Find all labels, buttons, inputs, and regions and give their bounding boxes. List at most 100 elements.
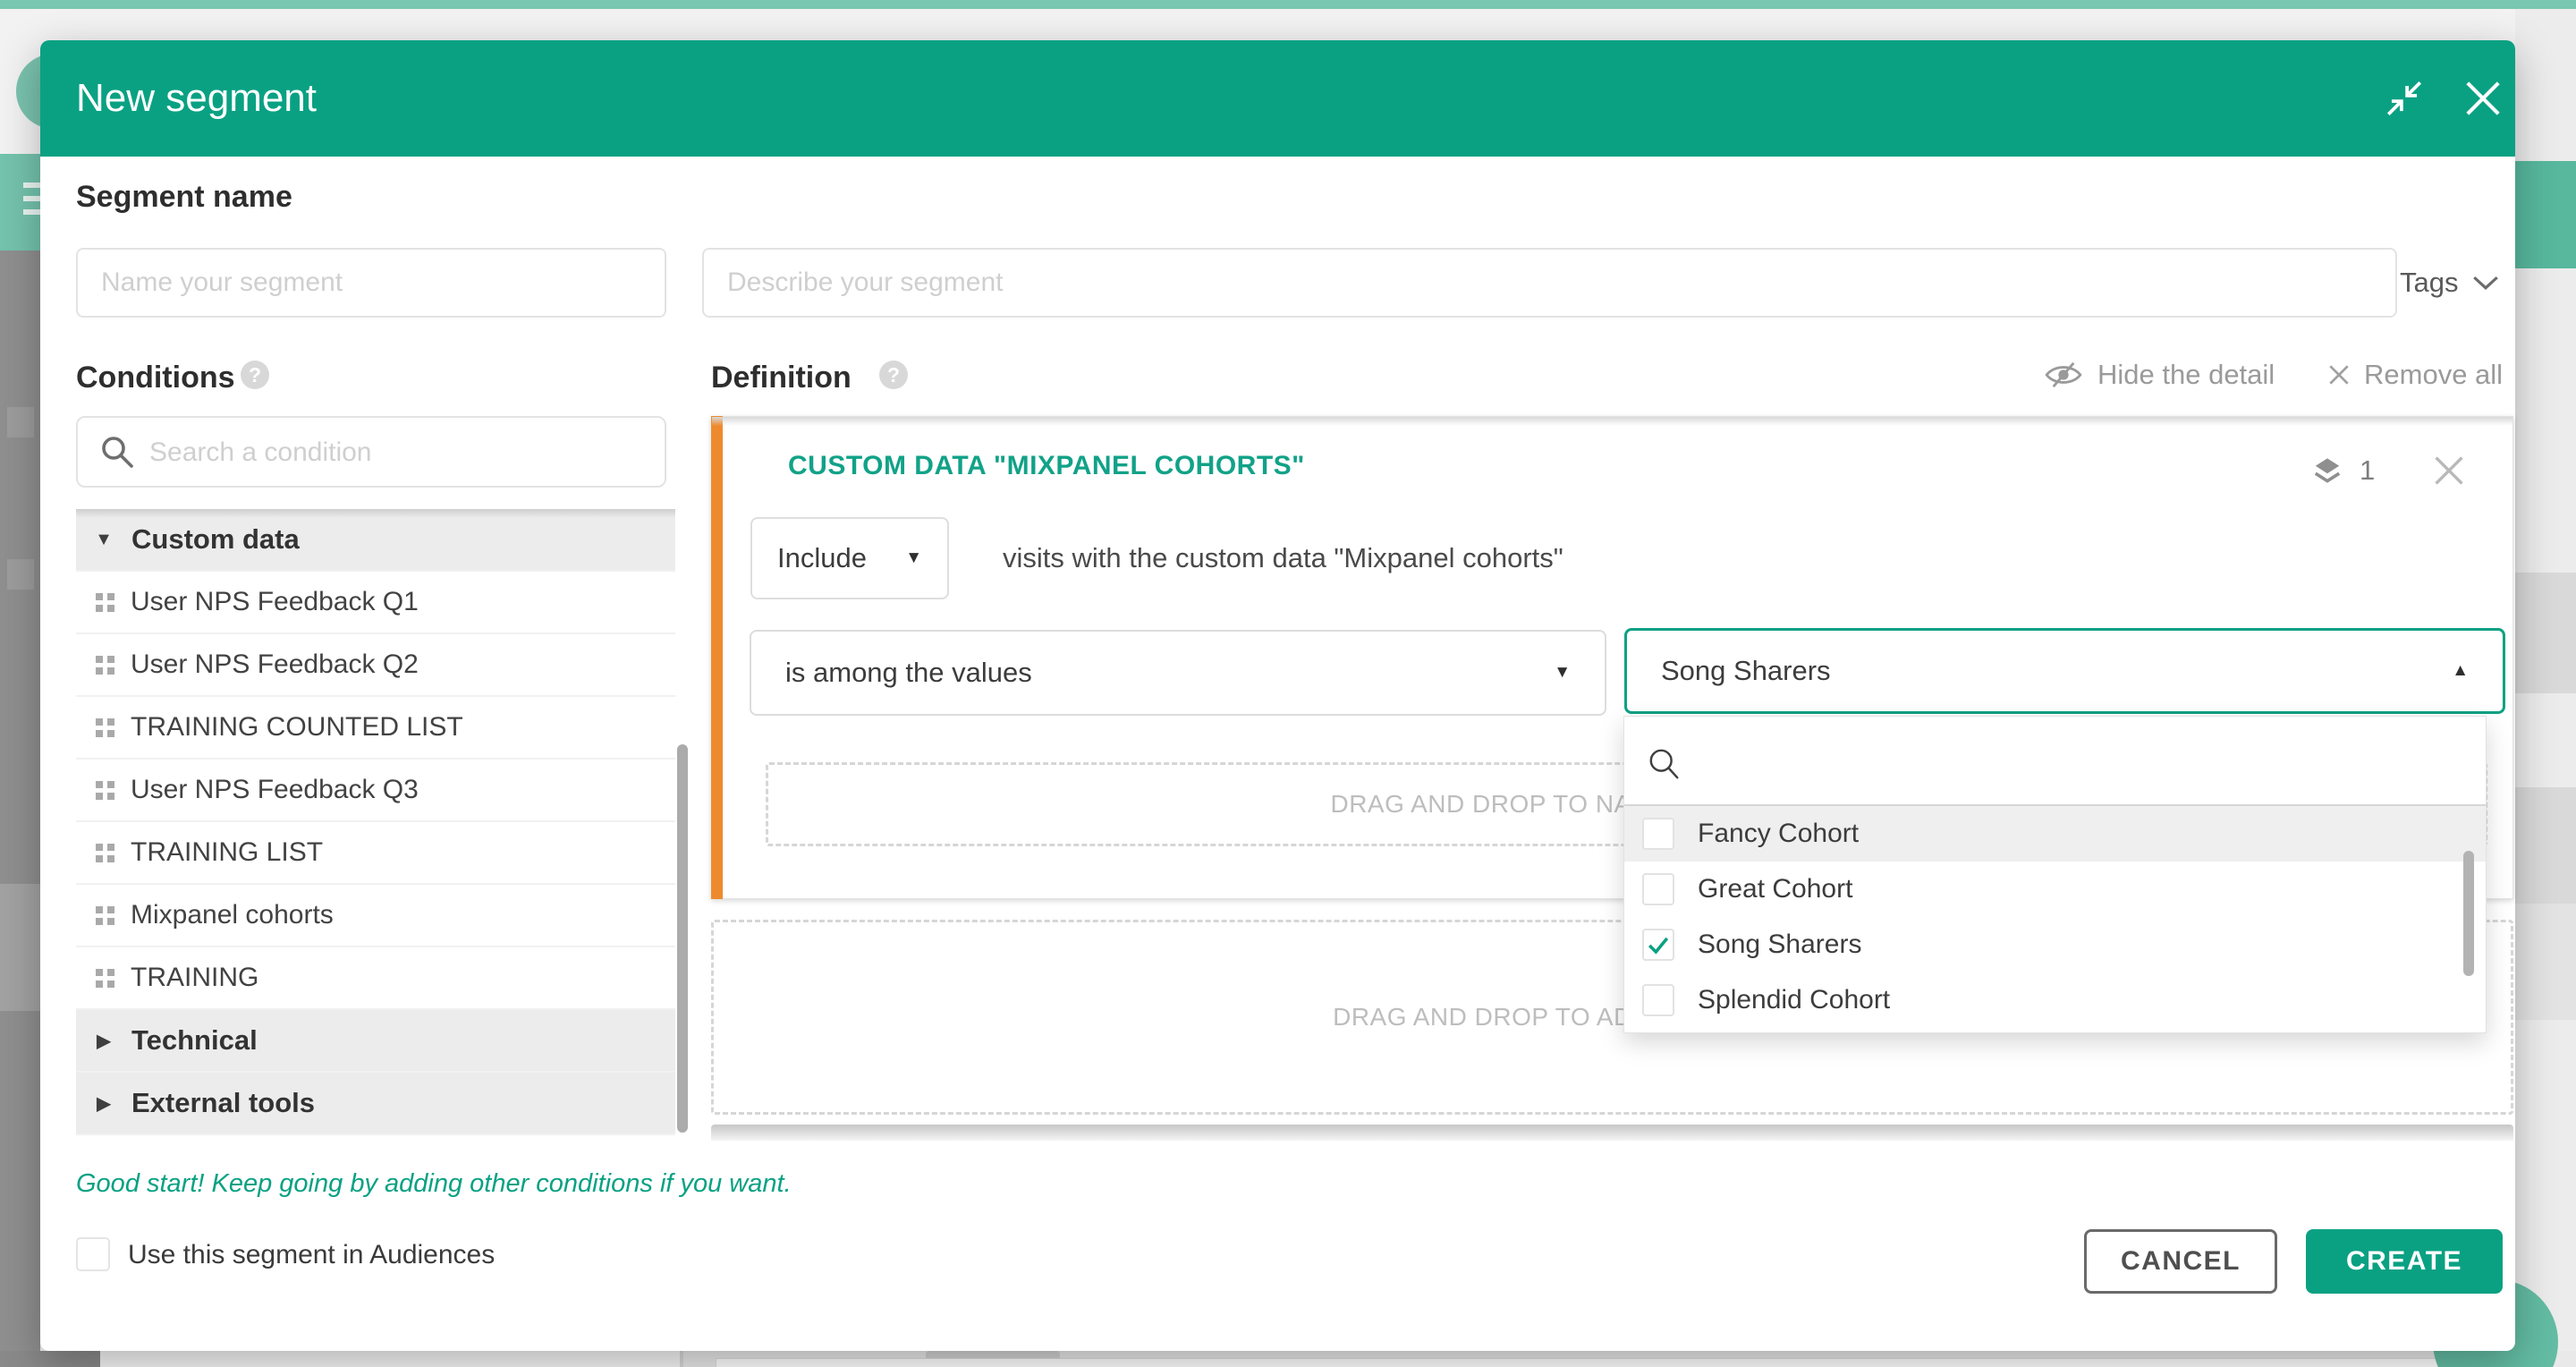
remove-all-button[interactable]: Remove all <box>2326 359 2503 391</box>
hide-detail-label: Hide the detail <box>2097 359 2275 391</box>
new-segment-modal: New segment Segment name Tags <box>40 40 2515 1351</box>
page-bottom-tab <box>926 1351 1060 1358</box>
value-option-label: Great Cohort <box>1698 874 1852 904</box>
help-icon[interactable]: ? <box>879 361 908 389</box>
page-bottom-divider <box>680 1351 683 1367</box>
help-icon[interactable]: ? <box>241 361 269 389</box>
drag-handle-icon[interactable] <box>96 844 114 862</box>
drag-handle-icon[interactable] <box>96 593 114 612</box>
value-option-splendid-cohort[interactable]: Splendid Cohort <box>1624 972 2486 1028</box>
screen: New segment Segment name Tags <box>0 0 2576 1367</box>
dropdown-scrollbar[interactable] <box>2463 851 2474 976</box>
condition-item-label: Mixpanel cohorts <box>131 900 334 930</box>
value-option-label: Splendid Cohort <box>1698 985 1890 1015</box>
operator-value: is among the values <box>785 657 1032 689</box>
conditions-scrollbar[interactable] <box>677 744 688 1133</box>
create-button[interactable]: CREATE <box>2306 1229 2503 1294</box>
page-row-band <box>2515 573 2576 693</box>
value-select[interactable]: Song Sharers ▲ <box>1624 628 2505 714</box>
next-group-edge <box>711 1125 2513 1141</box>
remove-all-label: Remove all <box>2364 359 2503 391</box>
hide-detail-button[interactable]: Hide the detail <box>2044 359 2275 391</box>
sidebar-active-item <box>0 884 40 1011</box>
value-option-fancy-cohort[interactable]: Fancy Cohort <box>1624 806 2486 862</box>
modal-header: New segment <box>40 40 2515 157</box>
layers-icon <box>2311 454 2343 490</box>
condition-group-label: Technical <box>131 1024 258 1057</box>
condition-search-input[interactable] <box>148 420 634 486</box>
condition-group-label: Custom data <box>131 523 300 556</box>
checkbox-icon[interactable] <box>1642 873 1674 905</box>
page-bottom-card <box>716 1358 2512 1367</box>
include-dropdown[interactable]: Include ▼ <box>750 517 949 599</box>
drag-handle-icon[interactable] <box>96 906 114 925</box>
value-option-great-cohort[interactable]: Great Cohort <box>1624 862 2486 917</box>
condition-item-label: TRAINING <box>131 963 258 993</box>
condition-item-label: User NPS Feedback Q2 <box>131 650 419 680</box>
condition-item-label: User NPS Feedback Q3 <box>131 775 419 805</box>
condition-group-label: External tools <box>131 1087 315 1119</box>
drag-handle-icon[interactable] <box>96 969 114 988</box>
operator-select[interactable]: is among the values ▼ <box>750 630 1606 716</box>
audiences-checkbox[interactable] <box>76 1237 110 1271</box>
caret-down-icon: ▼ <box>1554 663 1571 683</box>
tags-dropdown[interactable]: Tags <box>2400 248 2516 318</box>
condition-group-technical[interactable]: Technical <box>76 1010 675 1073</box>
conditions-list: Custom data User NPS Feedback Q1 User NPS … <box>76 509 675 1135</box>
segment-description-input[interactable] <box>702 248 2397 318</box>
condition-item-training[interactable]: TRAINING <box>76 947 675 1010</box>
value-option-label: Fancy Cohort <box>1698 819 1859 849</box>
condition-group-custom-data[interactable]: Custom data <box>76 509 675 572</box>
checkbox-icon[interactable] <box>1642 818 1674 850</box>
page-top-bar <box>0 0 2576 9</box>
caret-right-icon <box>76 1092 131 1115</box>
checkbox-icon[interactable] <box>1642 984 1674 1016</box>
include-label: Include <box>777 542 867 574</box>
page-header-edge <box>2515 161 2576 268</box>
x-icon <box>2326 362 2351 387</box>
search-icon <box>1648 747 1682 781</box>
condition-group-external-tools[interactable]: External tools <box>76 1073 675 1135</box>
hint-text: Good start! Keep going by adding other c… <box>76 1169 792 1199</box>
layer-count: 1 <box>2360 454 2375 487</box>
drag-handle-icon[interactable] <box>96 781 114 800</box>
remove-condition-icon[interactable] <box>2431 453 2467 488</box>
caret-right-icon <box>76 1030 131 1052</box>
condition-sentence: visits with the custom data "Mixpanel co… <box>1003 517 1563 599</box>
caret-up-icon: ▲ <box>2452 661 2469 681</box>
checkbox-checked-icon[interactable] <box>1642 929 1674 961</box>
selected-value: Song Sharers <box>1661 655 1831 687</box>
drag-handle-icon[interactable] <box>96 656 114 675</box>
modal-title: New segment <box>76 40 317 157</box>
drag-handle-icon[interactable] <box>96 718 114 737</box>
value-option-song-sharers[interactable]: Song Sharers <box>1624 917 2486 972</box>
condition-item-user-nps-feedback-q2[interactable]: User NPS Feedback Q2 <box>76 634 675 697</box>
page-bottom-left <box>40 1351 680 1367</box>
condition-item-training-list[interactable]: TRAINING LIST <box>76 822 675 885</box>
caret-down-icon <box>76 530 131 550</box>
page-bottom-square <box>0 1351 100 1367</box>
condition-item-label: User NPS Feedback Q1 <box>131 587 419 617</box>
close-icon[interactable] <box>2459 74 2507 123</box>
condition-item-user-nps-feedback-q3[interactable]: User NPS Feedback Q3 <box>76 760 675 822</box>
tags-label: Tags <box>2400 267 2458 299</box>
value-option-label: Song Sharers <box>1698 930 1861 960</box>
conditions-label: Conditions <box>76 361 235 395</box>
eye-slash-icon <box>2044 361 2083 389</box>
condition-item-label: TRAINING LIST <box>131 837 323 868</box>
audiences-label: Use this segment in Audiences <box>128 1240 495 1270</box>
collapse-icon[interactable] <box>2382 76 2427 121</box>
condition-item-training-counted-list[interactable]: TRAINING COUNTED LIST <box>76 697 675 760</box>
list-top-shadow <box>76 509 675 518</box>
chevron-down-icon <box>2472 276 2499 291</box>
condition-item-label: TRAINING COUNTED LIST <box>131 712 463 743</box>
sidebar-icon <box>7 559 34 590</box>
search-icon <box>99 434 135 470</box>
caret-down-icon: ▼ <box>905 548 922 568</box>
segment-name-input[interactable] <box>76 248 666 318</box>
condition-card-title: CUSTOM DATA "MIXPANEL COHORTS" <box>788 451 1305 481</box>
cancel-button[interactable]: CANCEL <box>2084 1229 2277 1294</box>
condition-item-mixpanel-cohorts[interactable]: Mixpanel cohorts <box>76 885 675 947</box>
value-options-list: Fancy Cohort Great Cohort Song Sharers Sple… <box>1624 806 2486 1028</box>
condition-item-user-nps-feedback-q1[interactable]: User NPS Feedback Q1 <box>76 572 675 634</box>
